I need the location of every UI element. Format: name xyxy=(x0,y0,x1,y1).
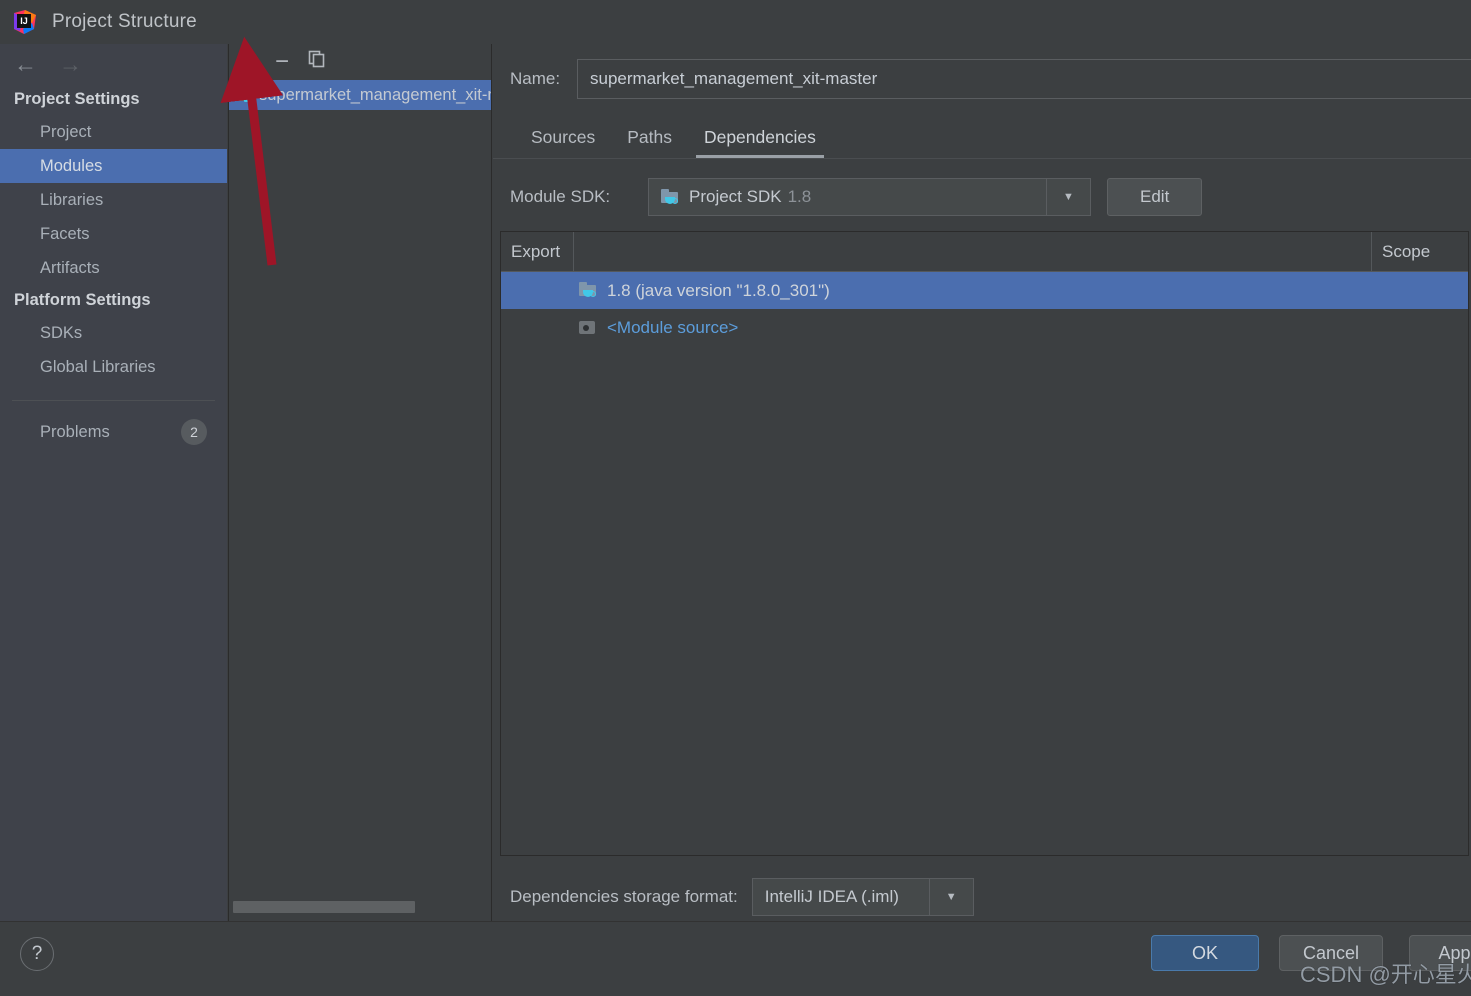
sidebar-item-artifacts[interactable]: Artifacts xyxy=(0,251,227,285)
dependencies-table: Export Scope 1.8 (java version "1.8.0_30… xyxy=(500,231,1469,856)
module-list-item[interactable]: supermarket_management_xit-master xyxy=(229,80,491,110)
module-sdk-value: Project SDK xyxy=(689,187,782,206)
sidebar-nav-bar: ← → xyxy=(0,44,227,84)
module-list-panel: + − supermarket_management_xit-master xyxy=(228,44,492,921)
module-tabs: Sources Paths Dependencies xyxy=(493,112,1471,158)
module-name-label: Name: xyxy=(510,69,561,88)
arrow-right-icon[interactable]: → xyxy=(59,52,82,76)
sidebar-group-title-project-settings: Project Settings xyxy=(14,90,140,108)
module-sdk-select[interactable]: Project SDK 1.8 ▼ xyxy=(648,178,1091,216)
csdn-watermark: CSDN @开心星火 xyxy=(1300,962,1471,987)
sidebar-item-modules[interactable]: Modules xyxy=(0,149,227,183)
settings-sidebar: ← → Project Settings Project Modules Lib… xyxy=(0,44,227,921)
intellij-idea-logo-icon: IJ xyxy=(12,9,38,35)
module-sdk-label: Module SDK: xyxy=(510,187,611,206)
sidebar-group-title-platform-settings: Platform Settings xyxy=(14,291,151,309)
module-name-row: Name: supermarket_management_xit-master xyxy=(493,56,1471,102)
module-list-horizontal-scrollbar[interactable] xyxy=(233,901,415,913)
dependencies-storage-value: IntelliJ IDEA (.iml) xyxy=(764,887,899,906)
sidebar-item-facets[interactable]: Facets xyxy=(0,217,227,251)
dialog-footer: ? OK Cancel Apply xyxy=(0,921,1471,996)
chevron-down-icon[interactable]: ▼ xyxy=(1046,179,1090,215)
jdk-folder-icon xyxy=(661,188,680,206)
sidebar-item-project[interactable]: Project xyxy=(0,115,227,149)
table-row[interactable]: <Module source> xyxy=(501,309,1468,346)
module-source-icon xyxy=(579,319,598,336)
problems-count-badge: 2 xyxy=(181,419,207,445)
module-sdk-row: Module SDK: Project SDK 1.8 ▼ Edit xyxy=(493,175,1471,219)
svg-text:IJ: IJ xyxy=(20,16,28,26)
arrow-left-icon[interactable]: ← xyxy=(14,52,37,76)
dependency-name: 1.8 (java version "1.8.0_301") xyxy=(607,280,830,300)
tab-sources[interactable]: Sources xyxy=(515,127,611,158)
dependencies-storage-select[interactable]: IntelliJ IDEA (.iml) ▼ xyxy=(751,878,974,916)
sidebar-item-global-libraries[interactable]: Global Libraries xyxy=(0,350,227,384)
column-header-scope[interactable]: Scope xyxy=(1372,232,1468,271)
ok-button[interactable]: OK xyxy=(1151,935,1259,971)
help-button[interactable]: ? xyxy=(20,937,54,971)
window-titlebar: IJ Project Structure xyxy=(0,0,1471,44)
module-list-item-label: supermarket_management_xit-master xyxy=(259,85,491,104)
sidebar-item-libraries[interactable]: Libraries xyxy=(0,183,227,217)
module-details-panel: Name: supermarket_management_xit-master … xyxy=(493,44,1471,921)
dependencies-storage-row: Dependencies storage format: IntelliJ ID… xyxy=(493,872,1471,922)
tab-dependencies[interactable]: Dependencies xyxy=(688,127,832,158)
dependencies-table-header: Export Scope xyxy=(501,232,1468,272)
module-sdk-version: 1.8 xyxy=(787,187,812,206)
remove-module-button[interactable]: − xyxy=(275,50,289,74)
sidebar-item-sdks[interactable]: SDKs xyxy=(0,316,227,350)
module-list-toolbar: + − xyxy=(229,44,491,80)
project-structure-dialog: IJ Project Structure ← → Project Setting… xyxy=(0,0,1471,996)
problems-label: Problems xyxy=(40,422,110,441)
tab-paths[interactable]: Paths xyxy=(611,127,688,158)
module-icon xyxy=(235,87,253,103)
window-title: Project Structure xyxy=(52,11,197,32)
column-header-export[interactable]: Export xyxy=(501,232,574,271)
column-header-name[interactable] xyxy=(574,232,1372,271)
edit-sdk-button[interactable]: Edit xyxy=(1107,178,1203,216)
jdk-folder-icon xyxy=(579,282,598,299)
module-name-input[interactable]: supermarket_management_xit-master xyxy=(577,59,1471,99)
copy-module-button[interactable] xyxy=(308,50,326,72)
sidebar-item-problems[interactable]: Problems 2 xyxy=(0,401,227,451)
table-row[interactable]: 1.8 (java version "1.8.0_301") xyxy=(501,272,1468,309)
add-module-button[interactable]: + xyxy=(242,50,256,74)
tabs-underline xyxy=(493,158,1471,159)
chevron-down-icon[interactable]: ▼ xyxy=(928,879,973,915)
dependency-name: <Module source> xyxy=(607,317,739,337)
dependencies-storage-label: Dependencies storage format: xyxy=(510,887,738,906)
